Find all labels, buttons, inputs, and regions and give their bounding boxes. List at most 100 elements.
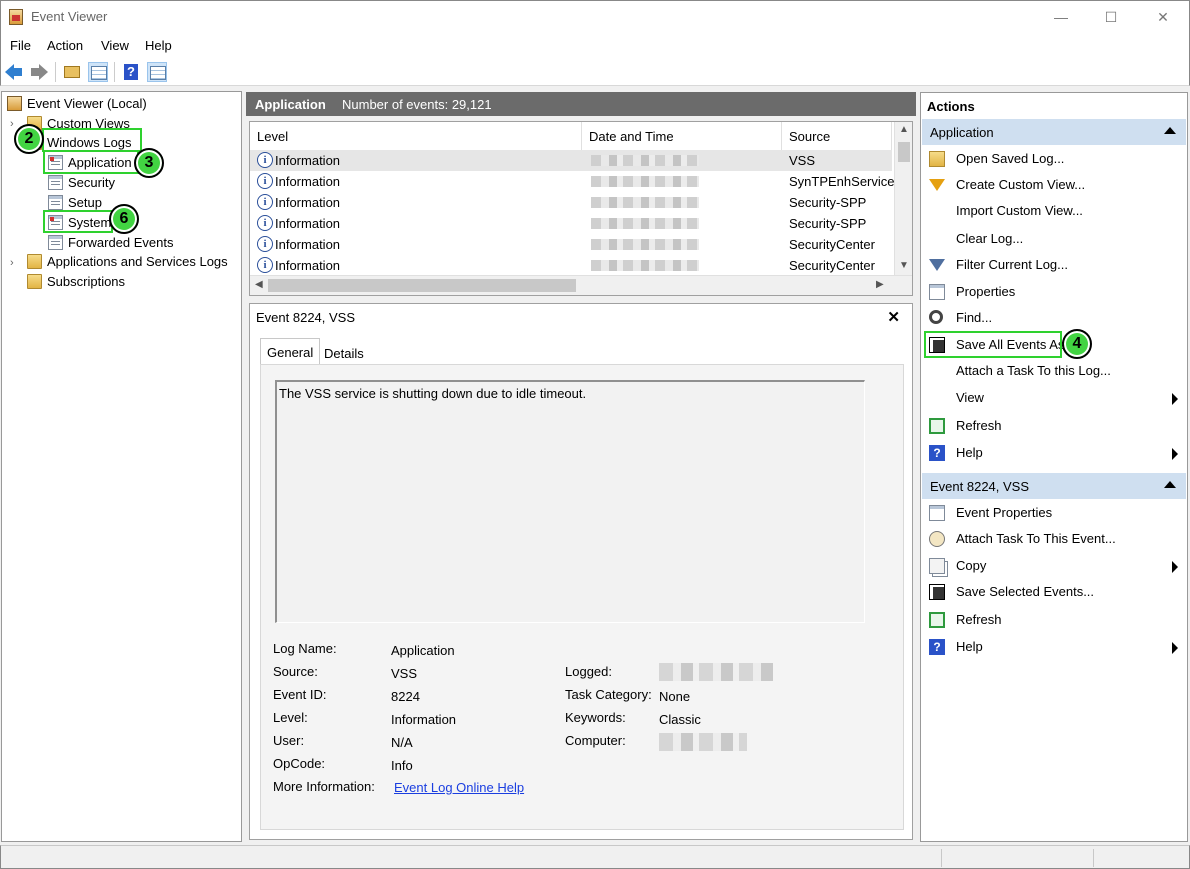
close-window-button[interactable]: ✕ — [1153, 7, 1173, 27]
table-row[interactable]: i Information VSS — [250, 150, 892, 171]
close-icon[interactable]: ✕ — [887, 308, 900, 326]
information-icon: i — [257, 257, 273, 273]
scroll-down-icon[interactable]: ▼ — [899, 260, 909, 271]
action-refresh-event[interactable]: Refresh — [922, 607, 1186, 633]
scrollbar-thumb[interactable] — [898, 142, 910, 162]
tab-general[interactable]: General — [260, 338, 320, 364]
label-user: User: — [273, 733, 304, 748]
filter-icon — [929, 179, 945, 191]
action-attach-task-to-event[interactable]: Attach Task To This Event... — [922, 526, 1186, 552]
show-hide-console-tree-icon[interactable] — [88, 62, 108, 82]
actions-header: Actions — [921, 93, 1187, 117]
annotation-badge-4: 4 — [1062, 329, 1092, 359]
action-save-selected-events[interactable]: Save Selected Events... — [922, 579, 1186, 605]
value-source: VSS — [391, 666, 417, 681]
information-icon: i — [257, 194, 273, 210]
label-log-name: Log Name: — [273, 641, 337, 656]
table-row[interactable]: i Information SecurityCenter — [250, 234, 892, 255]
back-arrow-icon[interactable] — [5, 62, 25, 82]
help-icon: ? — [929, 639, 945, 655]
label-logged: Logged: — [565, 664, 612, 679]
section-event[interactable]: Event 8224, VSS — [922, 473, 1186, 499]
submenu-arrow-icon — [1172, 561, 1178, 573]
label-keywords: Keywords: — [565, 710, 626, 725]
value-task-category: None — [659, 689, 690, 704]
redacted-date — [591, 155, 699, 166]
action-create-custom-view[interactable]: Create Custom View... — [922, 172, 1186, 198]
log-name: Application — [255, 97, 326, 112]
action-view[interactable]: View — [922, 385, 1186, 411]
event-description[interactable]: The VSS service is shutting down due to … — [275, 380, 865, 623]
action-attach-task-to-log[interactable]: Attach a Task To this Log... — [922, 358, 1186, 384]
table-row[interactable]: i Information SecurityCenter — [250, 255, 892, 276]
events-list: Level Date and Time Source i Information… — [249, 121, 913, 296]
action-refresh[interactable]: Refresh — [922, 413, 1186, 439]
submenu-arrow-icon — [1172, 448, 1178, 460]
label-event-id: Event ID: — [273, 687, 326, 702]
open-folder-icon[interactable] — [62, 62, 82, 82]
highlight-system — [43, 210, 113, 233]
actions-pane: Actions Application Open Saved Log... Cr… — [920, 92, 1188, 842]
horizontal-scrollbar[interactable]: ◀ ▶ — [250, 275, 912, 295]
action-event-properties[interactable]: Event Properties — [922, 500, 1186, 526]
redacted-computer — [659, 733, 747, 751]
event-detail-header: Event 8224, VSS ✕ — [249, 303, 913, 329]
action-open-saved-log[interactable]: Open Saved Log... — [922, 146, 1186, 172]
value-opcode: Info — [391, 758, 413, 773]
scrollbar-thumb[interactable] — [268, 279, 576, 292]
collapse-icon[interactable] — [1164, 127, 1176, 134]
menu-action[interactable]: Action — [47, 38, 83, 53]
action-properties[interactable]: Properties — [922, 279, 1186, 305]
scroll-right-icon[interactable]: ▶ — [876, 279, 884, 290]
menu-help[interactable]: Help — [145, 38, 172, 53]
column-header-level[interactable]: Level — [250, 122, 582, 150]
forward-arrow-icon[interactable] — [28, 62, 48, 82]
redacted-logged — [659, 663, 773, 681]
action-import-custom-view[interactable]: Import Custom View... — [922, 198, 1186, 224]
collapse-icon[interactable] — [1164, 481, 1176, 488]
folder-icon — [27, 254, 42, 269]
maximize-button[interactable]: ☐ — [1101, 7, 1121, 27]
minimize-button[interactable]: — — [1051, 7, 1071, 27]
action-help-event[interactable]: ? Help — [922, 634, 1186, 660]
section-application[interactable]: Application — [922, 119, 1186, 145]
column-header-source[interactable]: Source — [782, 122, 892, 150]
show-hide-action-pane-icon[interactable] — [147, 62, 167, 82]
scroll-left-icon[interactable]: ◀ — [255, 279, 263, 290]
table-row[interactable]: i Information Security-SPP — [250, 192, 892, 213]
refresh-icon — [929, 418, 945, 434]
action-copy[interactable]: Copy — [922, 553, 1186, 579]
expand-arrow-icon[interactable]: › — [10, 257, 14, 269]
action-find[interactable]: Find... — [922, 305, 1186, 331]
menu-file[interactable]: File — [10, 38, 31, 53]
action-help[interactable]: ? Help — [922, 440, 1186, 466]
event-viewer-icon — [7, 96, 22, 111]
toolbar: ? — [0, 58, 1190, 86]
open-folder-icon — [929, 151, 945, 167]
help-icon[interactable]: ? — [121, 62, 141, 82]
scroll-up-icon[interactable]: ▲ — [899, 124, 909, 135]
redacted-date — [591, 239, 699, 250]
value-keywords: Classic — [659, 712, 701, 727]
subscriptions-icon — [27, 274, 42, 289]
value-level: Information — [391, 712, 456, 727]
menu-view[interactable]: View — [101, 38, 129, 53]
log-icon — [48, 195, 63, 210]
label-task-category: Task Category: — [565, 687, 652, 702]
properties-icon — [929, 505, 945, 521]
value-log-name: Application — [391, 643, 455, 658]
event-viewer-icon — [9, 9, 23, 25]
column-header-date-and-time[interactable]: Date and Time — [582, 122, 782, 150]
status-bar — [0, 845, 1190, 869]
action-filter-current-log[interactable]: Filter Current Log... — [922, 252, 1186, 278]
information-icon: i — [257, 173, 273, 189]
expand-arrow-icon[interactable]: › — [10, 118, 14, 130]
vertical-scrollbar[interactable]: ▲ ▼ — [894, 122, 912, 275]
information-icon: i — [257, 215, 273, 231]
tab-details[interactable]: Details — [318, 340, 370, 366]
action-clear-log[interactable]: Clear Log... — [922, 226, 1186, 252]
event-log-online-help-link[interactable]: Event Log Online Help — [394, 780, 524, 795]
table-row[interactable]: i Information SynTPEnhService — [250, 171, 892, 192]
table-row[interactable]: i Information Security-SPP — [250, 213, 892, 234]
value-event-id: 8224 — [391, 689, 420, 704]
